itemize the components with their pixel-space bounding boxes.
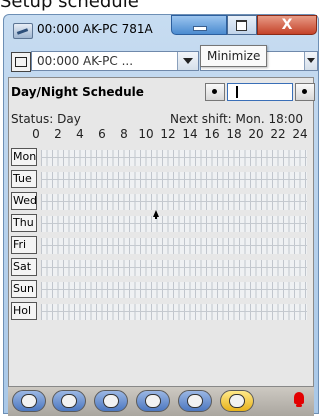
bottom-toolbar (8, 386, 314, 416)
day-schedule-track[interactable] (41, 282, 307, 298)
hour-label: 18 (226, 127, 242, 141)
app-icon (13, 23, 33, 39)
next-button[interactable] (295, 83, 315, 101)
day-row: Thu (11, 214, 307, 234)
wrench-tab-button[interactable] (220, 390, 254, 412)
day-schedule-track[interactable] (41, 172, 307, 188)
alarm-tab-icon (21, 394, 37, 408)
hour-axis: 0 2 4 6 8 10 12 14 16 18 20 22 24 (9, 127, 315, 141)
hour-label: 12 (160, 127, 176, 141)
day-row: Sat (11, 258, 307, 278)
day-label-tue[interactable]: Tue (11, 170, 37, 188)
day-row: Fri (11, 236, 307, 256)
close-button[interactable]: X (257, 15, 317, 35)
day-row: Sun (11, 280, 307, 300)
day-schedule-track[interactable] (41, 238, 307, 254)
day-row: Wed (11, 192, 307, 212)
current-time-marker (153, 210, 159, 219)
site-selector[interactable]: 00:000 AK-PC ... (31, 51, 199, 71)
bell-tab-button[interactable] (178, 390, 212, 412)
chevron-down-icon[interactable] (177, 52, 198, 70)
maximize-button[interactable] (227, 15, 257, 35)
hour-label: 4 (76, 127, 84, 141)
grid-tab-button[interactable] (52, 390, 86, 412)
minimize-tooltip: Minimize (200, 45, 268, 67)
day-row: Hol (11, 302, 307, 322)
caption-buttons: X (171, 15, 317, 37)
hour-label: 0 (32, 127, 40, 141)
day-row: Mon (11, 148, 307, 168)
schedule-field[interactable] (227, 83, 293, 101)
hour-label: 6 (98, 127, 106, 141)
title-bar[interactable]: 00:000 AK-PC 781A X (4, 15, 318, 45)
alarm-bell-icon[interactable] (294, 392, 304, 407)
graph-tab-button[interactable] (136, 390, 170, 412)
day-row: Tue (11, 170, 307, 190)
day-schedule-track[interactable] (41, 304, 307, 320)
bell-tab-icon (187, 394, 203, 408)
hour-label: 10 (138, 127, 154, 141)
day-schedule-track[interactable] (41, 260, 307, 276)
page-caption: Setup schedule (0, 0, 139, 12)
next-shift-text: Next shift: Mon. 18:00 (170, 112, 304, 126)
app-window: 00:000 AK-PC 781A X 00:000 AK-PC ... Min… (3, 14, 319, 416)
day-label-sat[interactable]: Sat (11, 258, 37, 276)
hour-label: 22 (270, 127, 286, 141)
day-label-fri[interactable]: Fri (11, 236, 37, 254)
day-label-mon[interactable]: Mon (11, 148, 37, 166)
refresh-tab-button[interactable] (94, 390, 128, 412)
day-label-hol[interactable]: Hol (11, 302, 37, 320)
chevron-down-icon[interactable] (304, 52, 317, 70)
day-label-thu[interactable]: Thu (11, 214, 37, 232)
site-icon[interactable] (11, 52, 31, 72)
grid-tab-icon (61, 394, 77, 408)
graph-tab-icon (145, 394, 161, 408)
alarm-tab-button[interactable] (12, 390, 46, 412)
day-schedule-track[interactable] (41, 194, 307, 210)
hour-label: 14 (182, 127, 198, 141)
refresh-tab-icon (103, 394, 119, 408)
toolbar: 00:000 AK-PC ... (4, 49, 318, 75)
hour-label: 20 (248, 127, 264, 141)
hour-label: 8 (120, 127, 128, 141)
panel-title: Day/Night Schedule (11, 85, 144, 99)
previous-button[interactable] (205, 83, 225, 101)
day-schedule-track[interactable] (41, 216, 307, 232)
day-schedule-track[interactable] (41, 150, 307, 166)
day-label-sun[interactable]: Sun (11, 280, 37, 298)
window-title: 00:000 AK-PC 781A (37, 22, 153, 36)
hour-label: 16 (204, 127, 220, 141)
day-label-wed[interactable]: Wed (11, 192, 37, 210)
schedule-panel: Day/Night Schedule Status: Day Next shif… (8, 77, 315, 415)
wrench-tab-icon (229, 394, 245, 408)
minimize-button[interactable] (171, 15, 227, 35)
schedule-grid: Mon Tue Wed Thu Fri Sat Sun Hol (11, 148, 307, 363)
hour-label: 24 (292, 127, 308, 141)
hour-label: 2 (54, 127, 62, 141)
site-selector-value: 00:000 AK-PC ... (37, 54, 134, 68)
status-text: Status: Day (11, 112, 81, 126)
